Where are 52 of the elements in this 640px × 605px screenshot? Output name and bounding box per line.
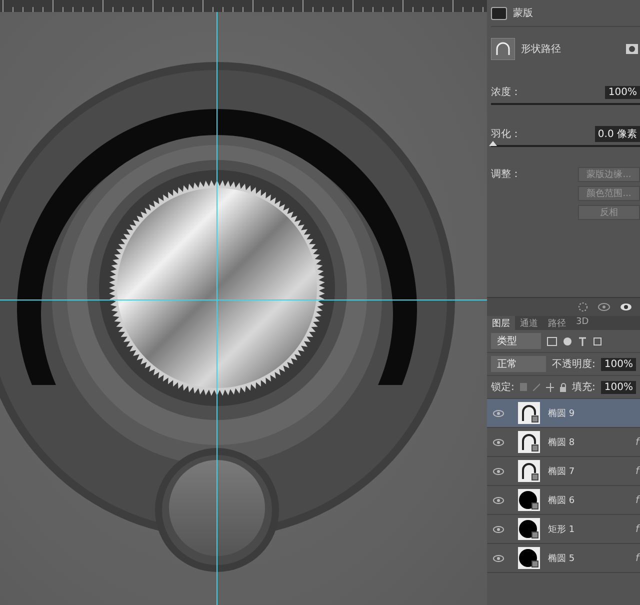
- eye-icon[interactable]: [493, 526, 504, 532]
- opacity-field[interactable]: 100%: [601, 358, 636, 370]
- brush-icon[interactable]: [533, 383, 540, 391]
- effects-label: f: [634, 494, 640, 506]
- feather-field[interactable]: 0.0 像素: [594, 126, 640, 142]
- shape-filter-icon[interactable]: [593, 336, 602, 346]
- layer-row[interactable]: 椭圆 6 f: [487, 486, 640, 515]
- panel-tab[interactable]: 路径: [543, 316, 571, 330]
- eye-icon[interactable]: [493, 496, 504, 504]
- adjust-label: 调整：: [491, 168, 521, 182]
- layer-row[interactable]: 椭圆 7 f: [487, 457, 640, 486]
- density-label: 浓度：: [491, 86, 521, 99]
- effects-label: f: [634, 524, 640, 534]
- feather-label: 羽化：: [491, 128, 521, 141]
- panel-tab[interactable]: 图层: [487, 316, 515, 330]
- mask-icon: [491, 6, 507, 20]
- shape-label: 形状路径: [521, 42, 561, 56]
- move-icon[interactable]: [546, 382, 554, 392]
- density-field[interactable]: 100%: [605, 86, 640, 98]
- layer-row[interactable]: 椭圆 9: [487, 399, 640, 428]
- eye-icon[interactable]: [493, 438, 504, 446]
- panel-tab[interactable]: 3D: [571, 316, 594, 330]
- fill-field[interactable]: 100%: [601, 380, 636, 394]
- eye-icon[interactable]: [620, 303, 632, 311]
- circle-filter-icon[interactable]: [563, 336, 572, 346]
- layer-thumbnail: [518, 547, 540, 569]
- panel-title: 蒙版: [513, 6, 533, 20]
- shape-path-icon: [491, 38, 515, 60]
- fill-label: 填充:: [572, 380, 596, 394]
- layer-row[interactable]: 椭圆 5 f: [487, 544, 640, 573]
- effects-label: f: [634, 436, 640, 448]
- eye-icon[interactable]: [493, 468, 504, 474]
- layer-thumbnail: [518, 460, 540, 482]
- layer-thumbnail: [518, 402, 540, 424]
- layer-thumbnail: [518, 518, 540, 540]
- image-filter-icon[interactable]: [547, 336, 557, 346]
- panel-tab[interactable]: 通道: [515, 316, 543, 330]
- layer-thumbnail: [518, 489, 540, 511]
- type-filter-icon[interactable]: [578, 336, 587, 346]
- selection-icon[interactable]: [578, 302, 588, 312]
- mask-add-icon[interactable]: [626, 44, 638, 54]
- layer-thumbnail: [518, 431, 540, 453]
- filter-dropdown[interactable]: 类型: [491, 333, 541, 349]
- effects-label: f: [634, 466, 640, 476]
- blend-mode-dropdown[interactable]: 正常: [491, 356, 546, 372]
- effects-label: f: [634, 552, 640, 564]
- lock-icon[interactable]: [560, 382, 566, 392]
- layer-row[interactable]: 矩形 1 f: [487, 515, 640, 544]
- eye-icon[interactable]: [493, 554, 504, 562]
- opacity-label: 不透明度:: [552, 358, 596, 371]
- lock-label: 锁定:: [491, 380, 514, 394]
- layer-row[interactable]: 椭圆 8 f: [487, 428, 640, 457]
